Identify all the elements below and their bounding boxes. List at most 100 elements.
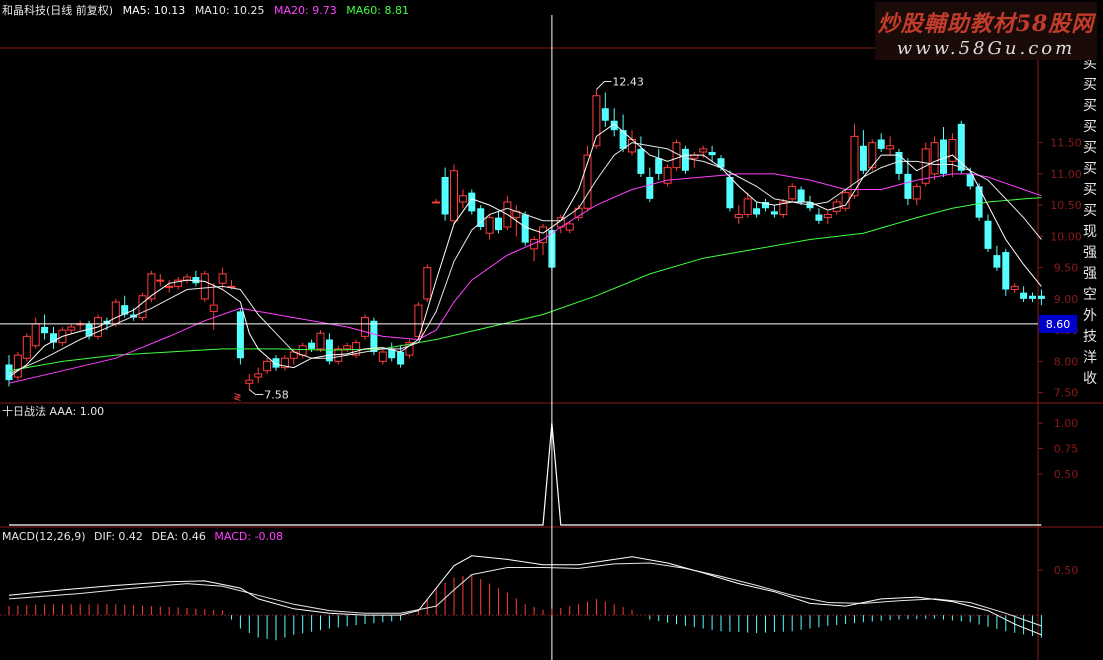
candle-body-up [699, 148, 708, 153]
candle-body-down [619, 130, 627, 149]
side-text-glyph: 洋 [1083, 350, 1097, 366]
candle-body-up [565, 223, 574, 231]
candle-body-up [218, 273, 227, 284]
candle-body-down [521, 214, 529, 243]
chart-canvas[interactable]: 11.5011.0010.5010.009.509.008.508.007.50… [0, 0, 1103, 660]
low-marker-arrow [248, 389, 264, 395]
candle-body-up [31, 323, 40, 347]
candle-body-down [646, 177, 654, 199]
side-text-glyph: 买 [1083, 77, 1097, 93]
dif-readout: DIF: 0.42 [94, 530, 143, 543]
candle-body-up [156, 279, 165, 282]
y-tick-label: 11.50 [1050, 137, 1082, 150]
candle-body-up [912, 185, 921, 200]
macd-readout: MACD: -0.08 [214, 530, 284, 543]
stock-chart-window: 11.5011.0010.5010.009.509.008.508.007.50… [0, 0, 1103, 660]
candle-body-down [637, 148, 645, 174]
candle-body-down [397, 352, 405, 365]
side-text-glyph: 技 [1083, 329, 1097, 345]
y-tick-label: 9.00 [1054, 293, 1079, 306]
ma5-readout: MA5: 10.13 [122, 4, 186, 17]
candle-body-up [22, 335, 31, 359]
aaa-line [9, 423, 1042, 526]
candle-body-up [458, 195, 467, 203]
candle-body-down [441, 177, 449, 215]
candle-body-down [655, 158, 663, 174]
candle-body-down [940, 139, 947, 174]
candle-body-up [13, 354, 22, 378]
candle-body-up [263, 360, 272, 372]
side-text-glyph: 买 [1083, 161, 1097, 177]
macd-title: MACD(12,26,9) [2, 530, 86, 543]
candle-body-up [592, 95, 601, 147]
candle-body-down [601, 108, 609, 121]
macd-header: MACD(12,26,9) DIF: 0.42 DEA: 0.46 MACD: … [2, 530, 283, 544]
candle-body-down [1029, 295, 1036, 299]
candle-body-down [370, 320, 378, 352]
stock-title: 和晶科技(日线 前复权) [2, 4, 114, 17]
candle-body-up [432, 201, 441, 204]
y-tick-label: 7.50 [1054, 387, 1079, 400]
ma20-line [8, 173, 1042, 384]
candle-body-up [485, 217, 494, 234]
candle-body-down [957, 123, 965, 171]
side-text-glyph: 买 [1083, 182, 1097, 198]
side-text-glyph: 现 [1083, 224, 1097, 240]
y-tick-label: 10.50 [1050, 199, 1082, 212]
y-tick-label: 9.50 [1054, 262, 1079, 275]
side-text-glyph: 外 [1083, 308, 1097, 324]
candle-body-up [343, 345, 352, 350]
y-tick-label: 11.00 [1050, 168, 1082, 181]
candle-body-up [734, 214, 743, 219]
candle-body-down [495, 217, 502, 231]
candle-body-down [41, 327, 49, 334]
candle-body-up [1010, 285, 1019, 290]
candle-body-up [316, 332, 325, 350]
candle-body-down [993, 255, 1001, 268]
candle-body-up [165, 285, 174, 288]
ma10-line [8, 142, 1042, 375]
candle-body-up [423, 267, 432, 300]
y-tick-label: 10.00 [1050, 230, 1082, 243]
candle-body-up [200, 273, 209, 300]
candle-body-down [753, 208, 761, 215]
candle-body-up [245, 379, 254, 384]
candle-body-up [930, 142, 939, 175]
candle-body-down [770, 211, 778, 215]
high-price-label: 12.43 [612, 76, 644, 89]
candle-body-down [1020, 292, 1028, 299]
side-text-glyph: 收 [1083, 371, 1097, 387]
candle-body-up [788, 185, 797, 200]
candle-body-down [236, 311, 244, 359]
candle-body-down [1002, 252, 1010, 290]
candle-body-up [361, 317, 369, 337]
ma20-readout: MA20: 9.73 [274, 4, 337, 17]
ma60-readout: MA60: 8.81 [346, 4, 409, 17]
low-price-label: 7.58 [264, 389, 289, 402]
side-text-glyph: 买 [1083, 140, 1097, 156]
aaa-tick-label: 1.00 [1054, 417, 1079, 430]
candle-body-up [111, 301, 120, 325]
side-text-glyph: 空 [1083, 287, 1097, 303]
candle-body-up [378, 351, 387, 362]
side-text-glyph: 买 [1083, 119, 1097, 135]
candle-body-up [450, 170, 458, 222]
candle-body-down [975, 186, 983, 218]
candle-body-down [308, 342, 316, 349]
side-text-glyph: 买 [1083, 203, 1097, 219]
candle-body-down [681, 148, 689, 171]
side-text-glyph: 买 [1083, 98, 1097, 114]
aaa-tick-label: 0.50 [1054, 468, 1079, 481]
watermark-url: www.58Gu.com [896, 38, 1076, 59]
candle-body-down [904, 173, 912, 199]
candle-body-up [138, 295, 147, 319]
candle-body-up [209, 304, 218, 312]
side-text-glyph: 强 [1083, 245, 1097, 261]
candle-body-up [868, 142, 877, 169]
candle-body-up [254, 373, 263, 378]
candle-body-up [886, 145, 895, 150]
main-header: 和晶科技(日线 前复权) MA5: 10.13 MA10: 10.25 MA20… [2, 4, 409, 18]
dea-readout: DEA: 0.46 [151, 530, 206, 543]
dea-line [8, 562, 1042, 627]
candle-body-down [797, 189, 805, 202]
